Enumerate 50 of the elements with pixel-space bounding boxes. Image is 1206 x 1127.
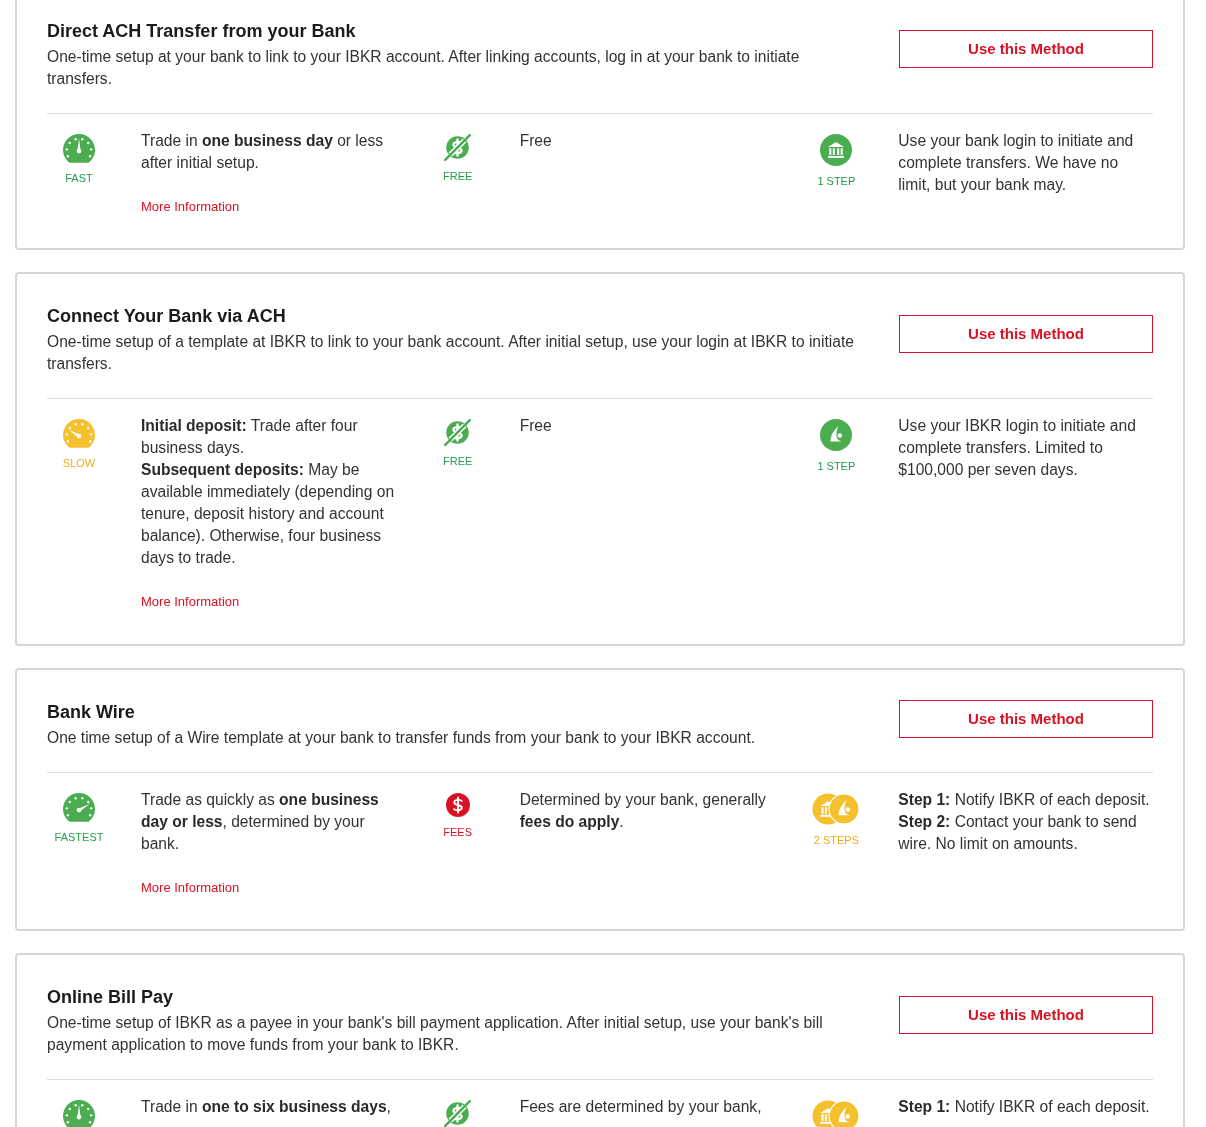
feature-text: Step 2: Contact your bank to send wire. No limit on amounts. — [898, 811, 1138, 854]
method-description: One-time setup of a template at IBKR to link to your bank account. After initial setup, use your login at IBKR to initiate transfers. — [47, 332, 855, 375]
method-description: One-time setup of IBKR as a payee in your bank's bill payment application. After initial setup, use your bank's bill payment application to move funds from your bank to IBKR. — [47, 1013, 824, 1056]
more-information-link[interactable]: More Information — [141, 198, 240, 216]
use-method-button[interactable]: Use this Method — [899, 996, 1153, 1035]
feature-label: SLOW — [62, 456, 96, 471]
feature-text: Use your bank login to initiate and complete transfers. We have no limit, but your bank may. — [898, 131, 1135, 195]
feature-text: Subsequent deposits: May be available immediately (depending on tenure, deposit history and account balance). Otherwise, four business days to trade. — [141, 460, 396, 569]
method-title: Bank Wire — [47, 700, 136, 724]
feature-text: Step 1: Notify IBKR of each deposit. — [898, 789, 1151, 810]
more-information-link[interactable]: More Information — [141, 593, 240, 612]
more-information-link[interactable]: More Information — [141, 878, 240, 897]
feature-text: Free — [519, 416, 553, 437]
crossed-dollar-icon — [444, 134, 472, 161]
feature-label: FREE — [443, 169, 473, 183]
feature-label: 1 STEP — [817, 459, 856, 474]
feature-label: FAST — [65, 170, 93, 185]
speedometer-icon — [63, 1100, 95, 1127]
speedometer-icon — [63, 134, 95, 163]
bank-icon — [820, 134, 853, 166]
feature-text: Use your IBKR login to initiate and complete transfers. Limited to $100,000 per seven days. — [898, 416, 1137, 481]
feature-label: 2 STEPS — [813, 832, 859, 847]
method-title: Online Bill Pay — [47, 986, 175, 1010]
feature-text: Free — [519, 131, 553, 151]
feature-text: Trade in one business day or less after initial setup. — [141, 131, 385, 173]
feature-text: Initial deposit: Trade after four business days. — [141, 416, 359, 459]
feature-text: Trade in one to six business days, — [141, 1097, 392, 1118]
dollar-icon — [445, 792, 470, 817]
crossed-dollar-icon — [444, 1100, 472, 1127]
bank-and-emblem-icon — [812, 792, 861, 825]
feature-label: 1 STEP — [817, 174, 856, 188]
crossed-dollar-icon — [444, 419, 472, 447]
method-description: One time setup of a Wire template at your bank to transfer funds from your bank to your IBKR account. — [47, 727, 757, 748]
feature-label: FASTEST — [54, 829, 104, 844]
speedometer-icon — [63, 792, 95, 822]
emblem-icon — [820, 419, 853, 452]
speedometer-icon — [63, 419, 95, 449]
feature-text: Determined by your bank, generally fees do apply. — [519, 789, 767, 832]
feature-label: FEES — [443, 824, 472, 839]
method-description: One-time setup at your bank to link to your IBKR account. After linking accounts, log in at your bank to initiate transfers. — [47, 47, 801, 89]
method-title: Direct ACH Transfer from your Bank — [47, 20, 357, 43]
feature-label: FREE — [443, 454, 473, 469]
method-title: Connect Your Bank via ACH — [47, 305, 287, 329]
feature-text: Fees are determined by your bank, — [519, 1097, 763, 1118]
use-method-button[interactable]: Use this Method — [899, 699, 1153, 738]
feature-text: Trade as quickly as one business day or less, determined by your bank. — [141, 789, 380, 854]
use-method-button[interactable]: Use this Method — [899, 30, 1153, 68]
use-method-button[interactable]: Use this Method — [899, 315, 1153, 354]
bank-and-emblem-icon — [812, 1100, 861, 1127]
feature-text: Step 1: Notify IBKR of each deposit. — [898, 1097, 1151, 1118]
